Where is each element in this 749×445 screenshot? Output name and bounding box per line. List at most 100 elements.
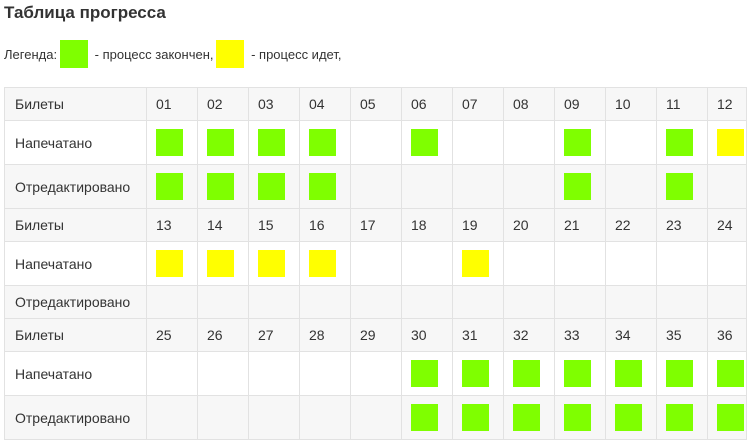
done-marker [411,404,438,431]
status-cell [248,395,300,440]
edited-row: Отредактировано [4,395,747,440]
tickets-row: Билеты 25 26 27 28 29 30 31 32 33 34 35 36 [4,318,747,352]
legend: Легенда: - процесс закончен, - процесс и… [4,40,341,68]
ticket-number: 06 [401,87,453,121]
tickets-row: Билеты 01 02 03 04 05 06 07 08 09 10 11 12 [4,87,747,121]
ticket-number: 08 [503,87,555,121]
done-marker [666,173,693,200]
status-cell [452,351,504,396]
status-cell [452,285,504,319]
status-cell [401,120,453,165]
status-cell [452,120,504,165]
status-cell [605,285,657,319]
status-cell [350,285,402,319]
ticket-number: 32 [503,318,555,352]
status-cell [503,164,555,209]
done-marker [462,404,489,431]
ticket-number: 26 [197,318,249,352]
printed-row: Напечатано [4,120,747,165]
ticket-number: 11 [656,87,708,121]
ticket-number: 10 [605,87,657,121]
row-label-printed: Напечатано [4,351,147,396]
done-marker [309,173,336,200]
status-cell [503,395,555,440]
progress-marker [717,129,744,156]
row-label-printed: Напечатано [4,120,147,165]
printed-row: Напечатано [4,241,747,286]
status-cell [146,164,198,209]
ticket-number: 24 [707,208,747,242]
done-marker [156,129,183,156]
ticket-number: 18 [401,208,453,242]
ticket-number: 07 [452,87,504,121]
ticket-number: 31 [452,318,504,352]
status-cell [503,285,555,319]
status-cell [605,395,657,440]
status-cell [452,164,504,209]
progress-table: Билеты 01 02 03 04 05 06 07 08 09 10 11 12 Напечатано… [4,87,747,440]
status-cell [707,120,747,165]
ticket-number: 22 [605,208,657,242]
status-cell [503,120,555,165]
ticket-number: 21 [554,208,606,242]
status-cell [197,395,249,440]
status-cell [146,395,198,440]
printed-row: Напечатано [4,351,747,396]
ticket-number: 30 [401,318,453,352]
ticket-number: 05 [350,87,402,121]
done-marker [615,404,642,431]
done-marker [156,173,183,200]
ticket-number: 33 [554,318,606,352]
done-marker [666,129,693,156]
done-marker [513,360,540,387]
done-marker [513,404,540,431]
status-cell [350,395,402,440]
status-cell [503,241,555,286]
progress-marker [156,250,183,277]
legend-prefix: Легенда: [4,46,58,62]
status-cell [707,351,747,396]
status-cell [248,120,300,165]
ticket-number: 15 [248,208,300,242]
done-marker [462,360,489,387]
done-marker [207,173,234,200]
status-cell [299,241,351,286]
status-cell [197,241,249,286]
status-cell [350,164,402,209]
status-cell [401,241,453,286]
status-cell [503,351,555,396]
progress-marker [207,250,234,277]
legend-progress-text: - процесс идет, [247,46,342,62]
status-cell [248,285,300,319]
ticket-number: 03 [248,87,300,121]
done-marker [258,129,285,156]
status-cell [707,285,747,319]
status-cell [554,164,606,209]
ticket-number: 20 [503,208,555,242]
ticket-number: 04 [299,87,351,121]
status-cell [656,164,708,209]
ticket-number: 01 [146,87,198,121]
done-marker [564,404,591,431]
row-label-edited: Отредактировано [4,285,147,319]
status-cell [401,164,453,209]
status-cell [605,164,657,209]
status-cell [248,241,300,286]
status-cell [656,241,708,286]
status-cell [299,164,351,209]
done-marker [717,404,744,431]
legend-done-swatch [60,40,89,68]
done-marker [309,129,336,156]
status-cell [656,120,708,165]
status-cell [299,120,351,165]
status-cell [146,120,198,165]
row-label-printed: Напечатано [4,241,147,286]
status-cell [707,241,747,286]
done-marker [564,173,591,200]
row-label-edited: Отредактировано [4,164,147,209]
done-marker [411,129,438,156]
done-marker [411,360,438,387]
ticket-number: 27 [248,318,300,352]
status-cell [401,285,453,319]
status-cell [197,120,249,165]
